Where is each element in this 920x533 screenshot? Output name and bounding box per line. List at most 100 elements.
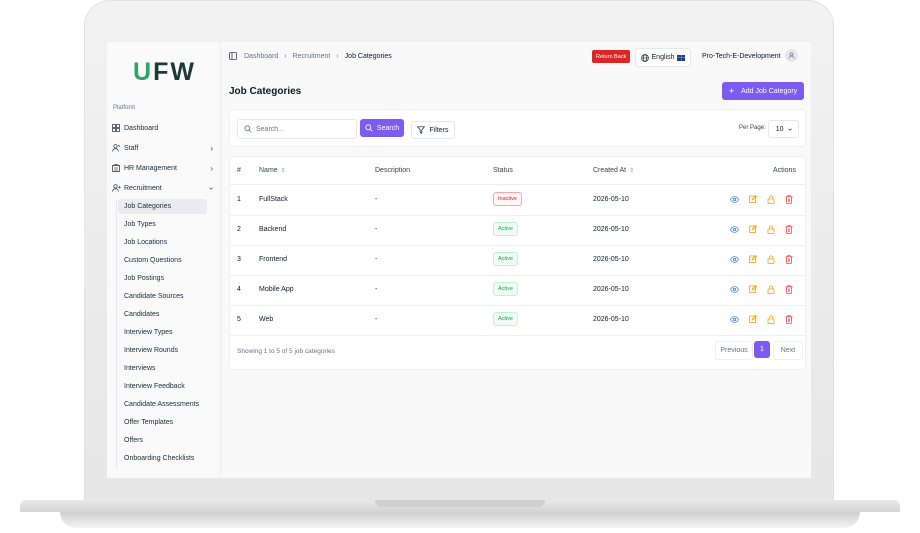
- column-header-created-at[interactable]: Created At ⇕: [593, 167, 634, 174]
- row-created-at: 2026-05-10: [593, 256, 629, 263]
- plus-icon: +: [728, 86, 735, 96]
- users-icon: [111, 143, 121, 153]
- submenu-interview-feedback[interactable]: Interview Feedback: [118, 379, 207, 394]
- sidebar-item-label: Staff: [124, 144, 139, 152]
- search-field[interactable]: [237, 119, 357, 139]
- submenu-offer-templates[interactable]: Offer Templates: [118, 415, 207, 430]
- language-selector[interactable]: English: [635, 48, 691, 67]
- add-button-label: Add Job Category: [741, 87, 798, 95]
- submenu-job-types[interactable]: Job Types: [118, 217, 207, 232]
- column-header-description: Description: [375, 167, 411, 174]
- user-icon: [788, 52, 795, 59]
- chevron-down-icon: ›: [207, 186, 217, 190]
- submenu-candidates[interactable]: Candidates: [118, 307, 207, 322]
- delete-trash-icon[interactable]: [784, 194, 794, 204]
- view-eye-icon[interactable]: [729, 254, 739, 264]
- return-back-button[interactable]: Return Back: [592, 50, 631, 63]
- row-description: -: [375, 256, 378, 263]
- row-created-at: 2026-05-10: [593, 286, 629, 293]
- add-job-category-button[interactable]: + Add Job Category: [722, 82, 804, 100]
- grid-icon: [111, 123, 121, 133]
- row-number: 4: [237, 286, 241, 293]
- column-header-number: #: [237, 167, 241, 174]
- submenu-job-postings[interactable]: Job Postings: [118, 271, 207, 286]
- submenu-offers[interactable]: Offers: [118, 433, 207, 448]
- view-eye-icon[interactable]: [729, 314, 739, 324]
- submenu-interviews[interactable]: Interviews: [118, 361, 207, 376]
- avatar[interactable]: [785, 49, 798, 62]
- app-screen: UFW Platform Dashboard Staff › HR Manage…: [107, 42, 811, 478]
- row-description: -: [375, 286, 378, 293]
- row-number: 2: [237, 226, 241, 233]
- building-icon: [111, 163, 121, 173]
- sidebar-item-dashboard[interactable]: Dashboard: [111, 120, 215, 136]
- edit-icon[interactable]: [748, 314, 758, 324]
- sidebar-item-staff[interactable]: Staff ›: [111, 140, 215, 156]
- edit-icon[interactable]: [748, 254, 758, 264]
- submenu-onboarding-checklists[interactable]: Onboarding Checklists: [118, 451, 207, 466]
- job-categories-table: # Name ⇕ Description Status Created At ⇕…: [229, 156, 806, 370]
- main-content: Dashboard › Recruitment › Job Categories…: [222, 42, 811, 478]
- lock-icon[interactable]: [766, 314, 776, 324]
- status-badge: Active: [493, 312, 518, 326]
- breadcrumb: Dashboard › Recruitment › Job Categories: [229, 52, 392, 60]
- sidebar-item-recruitment[interactable]: Recruitment ›: [111, 180, 217, 196]
- edit-icon[interactable]: [748, 284, 758, 294]
- lock-icon[interactable]: [766, 224, 776, 234]
- submenu-candidate-assessments[interactable]: Candidate Assessments: [118, 397, 207, 412]
- status-badge: Active: [493, 282, 518, 296]
- sidebar-item-label: Dashboard: [124, 124, 159, 132]
- row-name: Mobile App: [259, 286, 294, 293]
- lock-icon[interactable]: [766, 284, 776, 294]
- row-number: 5: [237, 316, 241, 323]
- delete-trash-icon[interactable]: [784, 254, 794, 264]
- pagination-page-button[interactable]: 1: [754, 341, 770, 358]
- lock-icon[interactable]: [766, 194, 776, 204]
- table-row[interactable]: 3 Frontend - Active 2026-05-10: [230, 245, 805, 276]
- table-row[interactable]: 2 Backend - Active 2026-05-10: [230, 215, 805, 246]
- delete-trash-icon[interactable]: [784, 314, 794, 324]
- row-created-at: 2026-05-10: [593, 316, 629, 323]
- submenu-candidate-sources[interactable]: Candidate Sources: [118, 289, 207, 304]
- filters-label: Filters: [429, 126, 449, 134]
- chevron-right-icon: ›: [210, 163, 213, 173]
- breadcrumb-recruitment[interactable]: Recruitment: [293, 53, 331, 60]
- view-eye-icon[interactable]: [729, 284, 739, 294]
- sidebar-item-hr-management[interactable]: HR Management ›: [111, 160, 215, 176]
- pagination-previous-button[interactable]: Previous: [715, 341, 753, 360]
- brand-logo[interactable]: UFW: [133, 58, 196, 87]
- table-row[interactable]: 5 Web - Active 2026-05-10: [230, 305, 805, 336]
- column-header-name[interactable]: Name ⇕: [259, 167, 286, 174]
- row-name: Web: [259, 316, 274, 323]
- chevron-down-icon: ›: [785, 127, 795, 131]
- per-page-select[interactable]: 10 ›: [768, 120, 799, 138]
- organization-name[interactable]: Pro-Tech-E-Development: [702, 53, 781, 60]
- delete-trash-icon[interactable]: [784, 224, 794, 234]
- filters-button[interactable]: Filters: [411, 121, 455, 139]
- search-button[interactable]: Search: [360, 119, 404, 137]
- user-plus-icon: [111, 183, 121, 193]
- breadcrumb-dashboard[interactable]: Dashboard: [244, 53, 278, 60]
- edit-icon[interactable]: [748, 194, 758, 204]
- row-name: Backend: [259, 226, 287, 233]
- table-row[interactable]: 1 FullStack - Inactive 2026-05-10: [230, 185, 805, 216]
- view-eye-icon[interactable]: [729, 194, 739, 204]
- pagination-next-button[interactable]: Next: [773, 341, 803, 360]
- row-description: -: [375, 196, 378, 203]
- sidebar-toggle-icon[interactable]: [229, 52, 237, 60]
- edit-icon[interactable]: [748, 224, 758, 234]
- delete-trash-icon[interactable]: [784, 284, 794, 294]
- per-page-label: Per Page:: [739, 125, 766, 131]
- search-input[interactable]: [256, 125, 346, 133]
- sidebar-item-label: HR Management: [124, 164, 177, 172]
- submenu-interview-rounds[interactable]: Interview Rounds: [118, 343, 207, 358]
- search-icon: [365, 124, 373, 132]
- chevron-right-icon: ›: [210, 143, 213, 153]
- submenu-interview-types[interactable]: Interview Types: [118, 325, 207, 340]
- view-eye-icon[interactable]: [729, 224, 739, 234]
- submenu-custom-questions[interactable]: Custom Questions: [118, 253, 207, 268]
- submenu-job-locations[interactable]: Job Locations: [118, 235, 207, 250]
- lock-icon[interactable]: [766, 254, 776, 264]
- submenu-job-categories[interactable]: Job Categories: [118, 199, 207, 214]
- table-row[interactable]: 4 Mobile App - Active 2026-05-10: [230, 275, 805, 306]
